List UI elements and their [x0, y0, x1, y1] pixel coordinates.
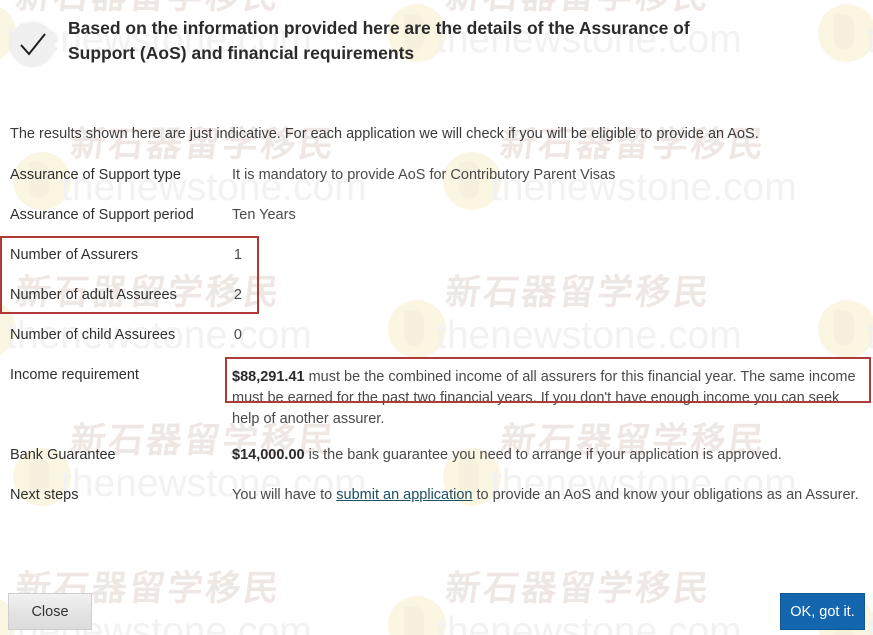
submit-an-application-link[interactable]: submit an application	[336, 487, 472, 503]
next-steps-text-after: to provide an AoS and know your obligati…	[472, 487, 859, 503]
row-label-income-requirement: Income requirement	[10, 367, 139, 383]
row-value-number-of-child-assurees: 0	[233, 327, 242, 343]
income-description: must be the combined income of all assur…	[232, 369, 856, 427]
row-value-income-requirement: $88,291.41 must be the combined income o…	[232, 367, 870, 430]
row-label-number-of-adult-assurees: Number of adult Assurees	[10, 287, 177, 303]
intro-text: The results shown here are just indicati…	[10, 126, 759, 142]
row-label-next-steps: Next steps	[10, 487, 79, 503]
row-value-aos-period: Ten Years	[232, 207, 296, 223]
page-title: Based on the information provided here a…	[68, 18, 690, 63]
ok-got-it-button[interactable]: OK, got it.	[780, 593, 865, 630]
row-value-number-of-adult-assurees: 2	[233, 287, 242, 303]
row-value-aos-type: It is mandatory to provide AoS for Contr…	[232, 167, 616, 183]
row-value-bank-guarantee: $14,000.00 is the bank guarantee you nee…	[232, 447, 782, 463]
row-label-bank-guarantee: Bank Guarantee	[10, 447, 116, 463]
bank-guarantee-description: is the bank guarantee you need to arrang…	[304, 447, 782, 463]
row-label-aos-period: Assurance of Support period	[10, 207, 194, 223]
income-amount: $88,291.41	[232, 369, 305, 385]
row-value-number-of-assurers: 1	[233, 247, 242, 263]
row-label-number-of-assurers: Number of Assurers	[10, 247, 139, 263]
row-value-next-steps: You will have to submit an application t…	[232, 487, 859, 503]
close-button[interactable]: Close	[8, 593, 92, 630]
next-steps-text-before: You will have to	[232, 487, 337, 503]
row-label-aos-type: Assurance of Support type	[10, 167, 181, 183]
bank-guarantee-amount: $14,000.00	[232, 447, 305, 463]
row-label-number-of-child-assurees: Number of child Assurees	[10, 327, 176, 343]
check-circle-icon	[10, 22, 55, 67]
